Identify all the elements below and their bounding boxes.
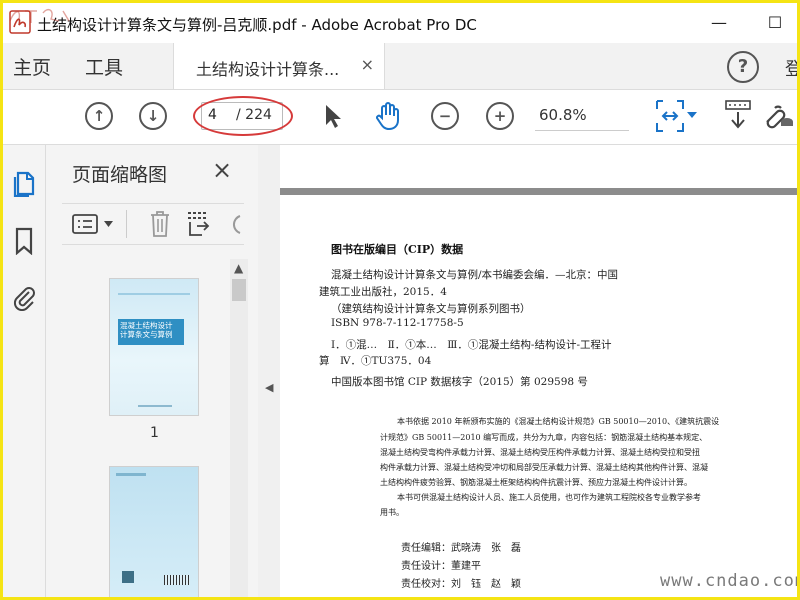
cip-line: ISBN 978-7-112-17758-5 [331,317,464,329]
credit-proofreader: 责任校对：刘 钰 赵 颖 [401,579,521,590]
tab-document[interactable]: 土结构设计计算条... × [173,43,385,89]
description-line: 土结构构件疲劳验算、钢筋混凝土框架结构构件抗震计算、预应力混凝土构件设计计算。 [380,478,692,487]
thumbnail-tools [62,203,244,245]
extract-page-icon[interactable] [186,210,212,238]
menu-bar: 主页 工具 土结构设计计算条... × ? 登 [3,43,797,90]
collapse-panel-button[interactable]: ◀ [258,145,281,597]
cip-line: 算 Ⅳ．①TU375．04 [319,355,432,367]
cip-line: 中国版本图书馆 CIP 数据核字（2015）第 029598 号 [331,376,588,388]
link-icon[interactable] [761,102,795,130]
document-tab-label: 土结构设计计算条... [196,60,340,79]
page-thumbnails-icon[interactable] [12,169,36,197]
hand-tool-icon[interactable] [373,101,403,131]
zoom-level[interactable]: 60.8% [539,106,587,124]
back-cover-text [116,473,146,476]
description-line: 构件承载力计算、混凝土结构受冲切和局部受压承载力计算、混凝土结构其他构件计算、混… [380,463,708,472]
delete-page-icon[interactable] [148,210,172,238]
cover-publisher [138,405,172,407]
window-title: 土结构设计计算条文与算例-吕克顺.pdf - Adobe Acrobat Pro… [37,16,477,34]
bookmarks-icon[interactable] [12,227,36,255]
page-thumbnail-1[interactable]: 混凝土结构设计 计算条文与算例 [110,279,198,415]
navigation-rail [3,145,46,597]
page-thumbnail-2[interactable] [110,467,198,597]
scroll-up-arrow[interactable]: ▲ [234,261,243,275]
sign-in-link[interactable]: 登 [785,55,797,81]
maximize-button[interactable]: ☐ [755,9,795,37]
cip-line: 混凝土结构设计计算条文与算例/本书编委会编．—北京：中国 [331,269,619,281]
watermark-logo [9,8,70,23]
options-menu-icon[interactable] [72,212,100,236]
credit-editor: 责任编辑：武晓涛 张 磊 [401,543,521,554]
cover-title: 混凝土结构设计 计算条文与算例 [120,321,173,339]
qr-code [122,571,134,583]
description-line: 本书可供混凝土结构设计人员、施工人员使用，也可作为建筑工程院校各专业教学参考 [397,493,701,502]
zoom-underline [535,130,629,131]
attachments-icon[interactable] [12,283,36,311]
panel-title: 页面缩略图 [72,164,168,186]
credit-designer: 责任设计：董建平 [401,561,481,572]
acrobat-window: 土结构设计计算条文与算例-吕克顺.pdf - Adobe Acrobat Pro… [0,0,800,600]
zoom-out-button[interactable]: − [431,102,459,130]
description-line: 计规范》GB 50011—2010 编写而成，共分为九章，内容包括：钢筋混凝土结… [380,433,708,442]
cover-background [110,279,198,415]
chevron-left-icon[interactable]: ◀ [265,381,273,394]
cip-heading: 图书在版编目（CIP）数据 [331,243,464,256]
close-tab-icon[interactable]: × [361,55,374,74]
cip-line: 建筑工业出版社，2015．4 [319,286,447,298]
help-button[interactable]: ? [727,51,759,83]
page-thumbnails-panel: 页面缩略图 × ▲ 混凝土结构设计 计算条文与算例 1 [46,145,259,597]
fit-page-icon[interactable] [655,99,685,133]
previous-page-button[interactable]: ↑ [85,102,113,130]
description-line: 用书。 [380,508,404,517]
chevron-down-icon[interactable] [687,112,697,118]
scroll-mode-icon[interactable] [725,100,751,130]
tab-tools[interactable]: 工具 [85,53,123,80]
site-watermark: www.cndao.com [660,571,800,591]
thumbnail-page-label: 1 [150,425,159,441]
select-cursor-icon[interactable] [323,103,343,129]
description-line: 本书依据 2010 年新颁布实施的《混凝土结构设计规范》GB 50010—201… [397,417,720,426]
toolbar-divider [126,210,127,238]
cover-rule [118,293,190,295]
toolbar: ↑ ↓ 4 / 224 − + 60.8% [3,90,797,145]
description-line: 混凝土结构受弯构件承载力计算、混凝土结构受压构件承载力计算、混凝土结构受拉和受扭 [380,448,700,457]
page-divider [280,188,797,195]
next-page-button[interactable]: ↓ [139,102,167,130]
close-panel-icon[interactable]: × [212,156,232,184]
barcode [164,575,190,585]
cip-line: （建筑结构设计计算条文与算例系列图书） [331,303,531,315]
chevron-down-icon[interactable] [104,221,113,227]
rotate-page-icon[interactable] [228,212,242,236]
annotation-circle [193,96,293,136]
zoom-in-button[interactable]: + [486,102,514,130]
title-bar: 土结构设计计算条文与算例-吕克顺.pdf - Adobe Acrobat Pro… [3,3,797,43]
tab-home[interactable]: 主页 [13,53,51,80]
document-view: 图书在版编目（CIP）数据 混凝土结构设计计算条文与算例/本书编委会编．—北京：… [280,145,797,597]
cip-line: Ⅰ．①混… Ⅱ．①本… Ⅲ．①混凝土结构-结构设计-工程计 [331,339,612,351]
minimize-button[interactable]: — [699,9,739,37]
scrollbar-thumb[interactable] [232,279,246,301]
thumbnail-scrollbar[interactable]: ▲ [230,259,248,597]
